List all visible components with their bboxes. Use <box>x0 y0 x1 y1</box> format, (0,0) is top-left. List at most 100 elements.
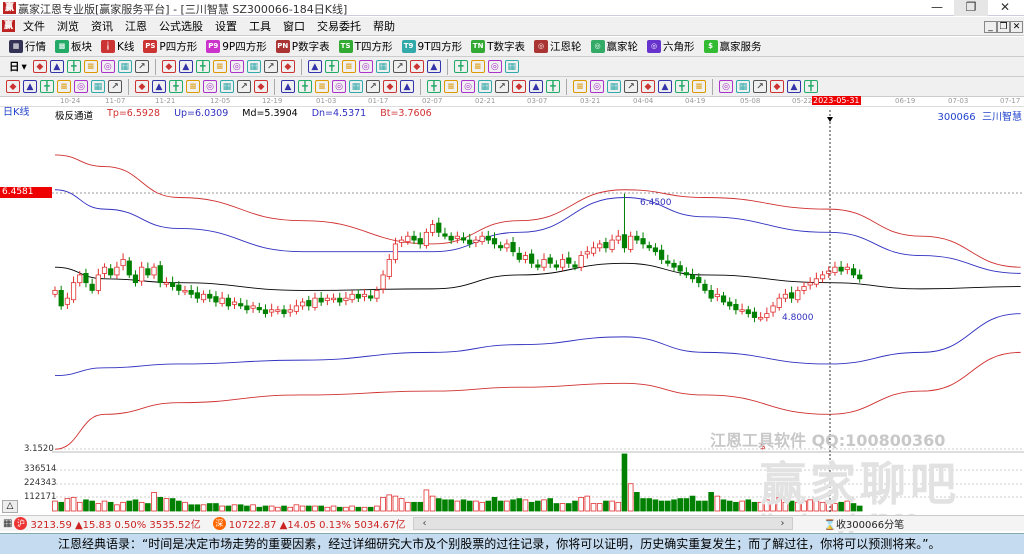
fib-icon[interactable]: ◎ <box>74 80 88 93</box>
arc-icon[interactable]: ▦ <box>91 80 105 93</box>
fork-e-icon[interactable]: ↗ <box>753 80 767 93</box>
menu-formula[interactable]: 公式选股 <box>153 18 209 34</box>
prev-icon[interactable]: ╋ <box>195 60 210 73</box>
menu-settings[interactable]: 设置 <box>209 18 243 34</box>
menu-info[interactable]: 资讯 <box>85 18 119 34</box>
toolbar-button[interactable]: TS T四方形 <box>336 39 396 54</box>
trend-a-icon[interactable]: ≡ <box>573 80 587 93</box>
red-line-icon[interactable]: ▲ <box>281 80 295 93</box>
indicator-a-icon[interactable]: ╋ <box>66 60 81 73</box>
menu-tools[interactable]: 工具 <box>243 18 277 34</box>
cross-line-icon[interactable]: ╋ <box>427 80 441 93</box>
fork-f-icon[interactable]: ◆ <box>770 80 784 93</box>
gold-line-icon[interactable]: ▦ <box>607 80 621 93</box>
infinity-icon[interactable]: ╋ <box>804 80 818 93</box>
toolbar-button[interactable]: TN T数字表 <box>468 39 528 54</box>
n2-icon[interactable]: ╋ <box>169 80 183 93</box>
toolbar-button[interactable]: PN P数字表 <box>273 39 333 54</box>
mdi-restore-button[interactable]: ❐ <box>997 21 1010 33</box>
fork-a-icon[interactable]: ╋ <box>675 80 689 93</box>
grid3-icon[interactable]: ▦ <box>478 80 492 93</box>
first-icon[interactable]: ◆ <box>161 60 176 73</box>
square-icon[interactable]: ◆ <box>383 80 397 93</box>
toolbar-button[interactable]: PS P四方形 <box>140 39 200 54</box>
table-icon[interactable]: ≡ <box>470 60 485 73</box>
note-icon[interactable]: ▲ <box>49 60 64 73</box>
formula-icon[interactable]: ◆ <box>409 60 424 73</box>
parallel-icon[interactable]: ↗ <box>495 80 509 93</box>
indicator-b-icon[interactable]: ≡ <box>83 60 98 73</box>
draw-icon[interactable]: ▦ <box>375 60 390 73</box>
menu-help[interactable]: 帮助 <box>367 18 401 34</box>
truck-icon[interactable]: ▦ <box>504 60 519 73</box>
close-button[interactable]: ✕ <box>988 0 1022 16</box>
calendar-icon[interactable]: ▲ <box>426 60 441 73</box>
yin-yang-icon[interactable]: ▲ <box>787 80 801 93</box>
sh-index[interactable]: 沪 3213.59 ▲15.83 0.50% 3535.52亿 <box>12 516 201 531</box>
angle-icon[interactable]: ≡ <box>186 80 200 93</box>
percent-line-icon[interactable]: ▲ <box>529 80 543 93</box>
zoom-e-icon[interactable]: ▲ <box>307 60 322 73</box>
calculator-icon[interactable]: ╋ <box>453 60 468 73</box>
toolbar-button[interactable]: ◎ 江恩轮 <box>531 39 585 54</box>
eraser-icon[interactable]: ↗ <box>108 80 122 93</box>
toolbar-button[interactable]: ▦ 行情 <box>6 39 49 54</box>
percent-icon[interactable]: ╋ <box>546 80 560 93</box>
menu-window[interactable]: 窗口 <box>277 18 311 34</box>
menu-file[interactable]: 文件 <box>17 18 51 34</box>
gold-b-icon[interactable]: ≡ <box>57 80 71 93</box>
gold-circle-icon[interactable]: ◎ <box>590 80 604 93</box>
rect-icon[interactable]: ▦ <box>349 80 363 93</box>
menu-trade[interactable]: 交易委托 <box>311 18 367 34</box>
lines-icon[interactable]: ▲ <box>23 80 37 93</box>
pitch-icon[interactable]: ↗ <box>624 80 638 93</box>
fork-d-icon[interactable]: ▦ <box>736 80 750 93</box>
fan-icon[interactable]: ▦ <box>117 60 132 73</box>
red-box-icon[interactable]: ╋ <box>298 80 312 93</box>
mdi-close-button[interactable]: ✕ <box>1010 21 1023 33</box>
last-icon[interactable]: ▲ <box>178 60 193 73</box>
menu-gann[interactable]: 江恩 <box>119 18 153 34</box>
maximize-button[interactable]: ❐ <box>954 0 988 16</box>
fan-red-icon[interactable]: ↗ <box>366 80 380 93</box>
speed-icon[interactable]: ≡ <box>444 80 458 93</box>
bracket-icon[interactable]: ◆ <box>512 80 526 93</box>
gann-line-icon[interactable]: ◆ <box>254 80 268 93</box>
target-icon[interactable]: ◎ <box>203 80 217 93</box>
pen-icon[interactable]: ◆ <box>6 80 20 93</box>
grid2-icon[interactable]: ◎ <box>461 80 475 93</box>
horizontal-scrollbar[interactable]: ‹ › <box>413 517 794 530</box>
fork-c-icon[interactable]: ◎ <box>719 80 733 93</box>
zoom-f-icon[interactable]: ╋ <box>324 60 339 73</box>
toolbar-button[interactable]: ◎ 六角形 <box>644 39 698 54</box>
box-icon[interactable]: ↗ <box>237 80 251 93</box>
sz-index[interactable]: 深 10722.87 ▲14.05 0.13% 5034.67亿 <box>211 516 405 531</box>
circle-icon[interactable]: ◆ <box>135 80 149 93</box>
color-icon[interactable]: ↗ <box>134 60 149 73</box>
toolbar-button[interactable]: ▩ 板块 <box>52 39 95 54</box>
period-icon[interactable]: ◎ <box>332 80 346 93</box>
save-icon[interactable]: ◎ <box>487 60 502 73</box>
star-icon[interactable]: ▦ <box>220 80 234 93</box>
calc-icon[interactable]: ↗ <box>392 60 407 73</box>
zoom-a-icon[interactable]: ◎ <box>229 60 244 73</box>
grid-icon[interactable]: ▦ <box>3 518 12 529</box>
scroll-right-icon[interactable]: › <box>780 518 784 529</box>
zoom-c-icon[interactable]: ↗ <box>263 60 278 73</box>
toolbar-button[interactable]: $ 赢家服务 <box>701 39 765 54</box>
cycle-icon[interactable]: ▲ <box>152 80 166 93</box>
zoom-b-icon[interactable]: ▦ <box>246 60 261 73</box>
gold-box-icon[interactable]: ▲ <box>658 80 672 93</box>
period-select[interactable]: 日 ▾ <box>6 59 30 74</box>
bar-type-icon[interactable]: ◎ <box>100 60 115 73</box>
toolbar-button[interactable]: ◎ 赢家轮 <box>588 39 642 54</box>
toolbar-button[interactable]: ╽ K线 <box>98 39 137 54</box>
av-icon[interactable]: ◆ <box>641 80 655 93</box>
expand-panel-button[interactable]: △ <box>2 500 18 513</box>
hand-icon[interactable]: ≡ <box>341 60 356 73</box>
line-icon[interactable]: ◆ <box>32 60 47 73</box>
tick-data-button[interactable]: ⌛收300066分笔 <box>823 516 904 531</box>
minimize-button[interactable]: — <box>920 0 954 16</box>
menu-browse[interactable]: 浏览 <box>51 18 85 34</box>
zoom-d-icon[interactable]: ◆ <box>280 60 295 73</box>
